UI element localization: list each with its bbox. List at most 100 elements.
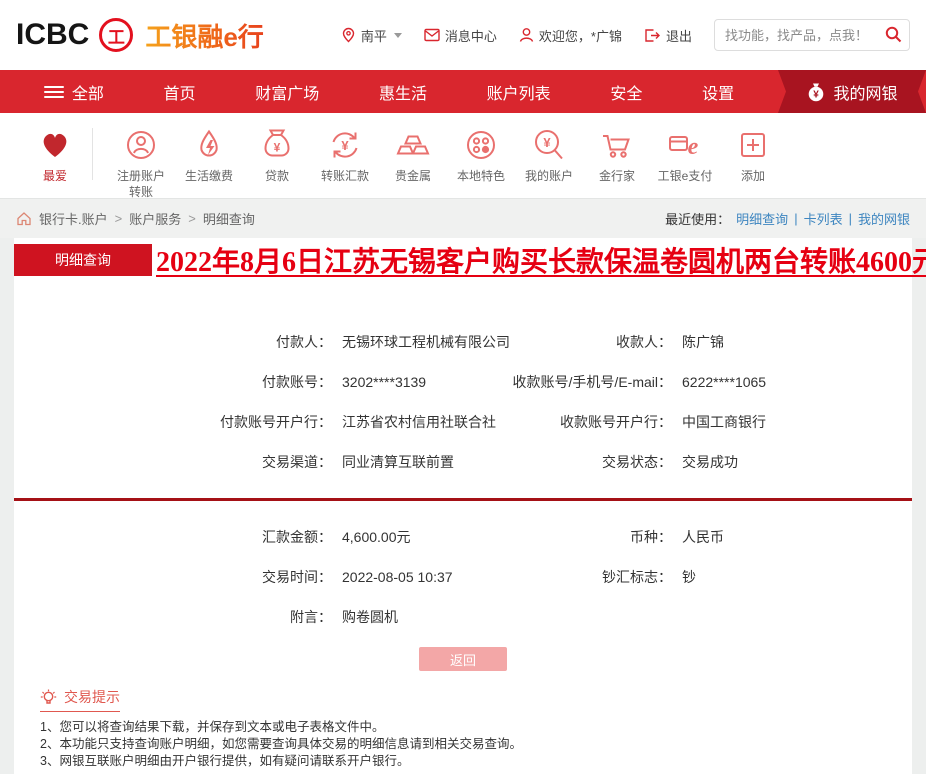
money-pouch-icon: ¥ [264,129,290,157]
svg-text:e: e [688,134,699,160]
quick-item-label: 贷款 [264,169,289,183]
recent-used-label: 最近使用： [665,212,731,227]
chevron-down-icon [393,32,402,38]
nav-item-my-ebank[interactable]: ¥ 我的网银 [778,70,926,113]
logout-button[interactable]: 退出 [644,26,692,45]
field-value-memo: 购卷圆机 [342,609,398,625]
transaction-details-top: 付款人： 无锡环球工程机械有限公司 收款人： 陈广锦 付款账号： 3202***… [14,322,912,482]
field-value-payee-account: 6222****1065 [682,374,767,390]
circle-dots-icon [467,131,495,159]
card-epay-icon: e [669,134,699,160]
nav-item-settings[interactable]: 设置 [702,80,734,104]
cycle-arrows-yuan-icon: ¥ [332,132,358,158]
breadcrumb-separator: > [114,211,123,226]
breadcrumb-part[interactable]: 银行卡.账户 [39,209,108,228]
quick-item-local-features[interactable]: 本地特色 [447,126,515,185]
main-nav: 全部 首页 财富广场 惠生活 账户列表 安全 设置 ¥ 我的网银 [0,70,926,113]
welcome-user[interactable]: 欢迎您，*广锦 [519,26,622,45]
logout-label: 退出 [665,28,692,44]
field-label-payee-account: 收款账号/手机号/E-mail： [512,374,672,390]
nav-label: 账户列表 [486,85,551,103]
field-value-payer: 无锡环球工程机械有限公司 [342,334,510,350]
quick-item-label: 最爱 [42,169,67,183]
quick-item-my-account[interactable]: ¥ 我的账户 [515,126,583,185]
quick-item-add[interactable]: 添加 [719,126,787,185]
field-label-currency: 币种： [630,529,672,545]
tips-title: 交易提示 [64,689,120,705]
nav-item-wealth-plaza[interactable]: 财富广场 [255,80,319,104]
nav-item-security[interactable]: 安全 [610,80,642,104]
brand-name: 工银融e行 [145,17,263,54]
quick-item-favorites[interactable]: 最爱 [26,126,84,185]
transaction-details-bottom: 汇款金额： 4,600.00元 币种： 人民币 交易时间： 2022-08-05… [14,517,912,637]
nav-item-account-list[interactable]: 账户列表 [487,80,551,104]
search-box [714,19,910,51]
shopping-cart-icon [603,135,630,158]
breadcrumb: 银行卡.账户 > 账户服务 > 明细查询 [16,209,255,228]
field-label-payer-bank: 付款账号开户行： [220,414,332,430]
quick-item-label: 生活缴费 [184,169,233,183]
welcome-label: 欢迎您，*广锦 [538,28,622,44]
search-icon[interactable] [885,26,902,43]
tab-detail-query[interactable]: 明细查询 [14,244,152,276]
quick-item-label: 添加 [740,169,765,183]
field-label-payee: 收款人： [616,334,672,350]
quick-item-gold-trader[interactable]: 金行家 [583,126,651,185]
heart-icon [43,133,67,157]
nav-label: 设置 [702,85,735,103]
breadcrumb-part[interactable]: 账户服务 [129,209,181,228]
search-input[interactable] [714,19,910,51]
quick-item-label: 我的账户 [524,169,573,183]
gold-bars-icon [396,135,430,155]
main-content: 明细查询 2022年8月6日江苏无锡客户购买长款保温卷圆机两台转账4600元 付… [14,238,926,774]
location-label: 南平 [360,28,387,44]
message-center-link[interactable]: 消息中心 [424,26,497,45]
svg-text:¥: ¥ [543,135,551,150]
nav-item-all[interactable]: 全部 [43,80,104,104]
recent-link-my-ebank[interactable]: 我的网银 [858,209,910,228]
quick-item-transfer-remit[interactable]: ¥ 转账汇款 [311,126,379,185]
field-value-payer-account: 3202****3139 [342,374,427,390]
logout-icon [645,28,660,42]
nav-label: 安全 [610,85,643,103]
nav-label: 首页 [163,85,196,103]
quick-item-loan[interactable]: ¥ 贷款 [243,126,311,185]
field-label-amount: 汇款金额： [262,529,332,545]
quick-item-label: 金行家 [598,169,635,183]
recent-link-card-list[interactable]: 卡列表 [804,209,843,228]
field-label-payee-bank: 收款账号开户行： [560,414,672,430]
quick-item-icbc-epay[interactable]: e 工银e支付 [651,126,719,185]
nav-item-home[interactable]: 首页 [164,80,196,104]
register-transfer-icon [127,131,155,159]
quick-item-life-payment[interactable]: 生活缴费 [175,126,243,185]
nav-item-hui-life[interactable]: 惠生活 [379,80,427,104]
transaction-tips: 交易提示 1、您可以将查询结果下载，并保存到文本或电子表格文件中。 2、本功能只… [40,687,912,774]
field-label-cash-flag: 钞汇标志： [602,569,672,585]
svg-text:¥: ¥ [814,89,820,100]
pipe-separator: | [848,211,852,226]
breadcrumb-separator: > [188,211,196,226]
quick-item-precious-metals[interactable]: 贵金属 [379,126,447,185]
icbc-logo[interactable]: ICBC 工 工银融e行 [16,17,264,54]
nav-label: 惠生活 [378,85,427,103]
field-value-currency: 人民币 [682,529,724,545]
quick-item-label: 转账汇款 [320,169,369,183]
svg-text:¥: ¥ [274,141,281,155]
top-header: ICBC 工 工银融e行 南平 消息中心 欢迎您，*广锦 退出 [0,0,926,70]
icbc-logo-text: ICBC [16,18,90,51]
promo-headline: 2022年8月6日江苏无锡客户购买长款保温卷圆机两台转账4600元 [156,247,926,278]
breadcrumb-part[interactable]: 明细查询 [203,209,255,228]
quick-item-register-account-transfer[interactable]: 注册账户转账 [107,126,175,200]
field-value-payee: 陈广锦 [682,334,724,350]
lightbulb-icon [40,689,57,704]
field-value-amount: 4,600.00元 [342,529,411,545]
location-selector[interactable]: 南平 [341,26,402,45]
message-center-label: 消息中心 [444,28,497,44]
breadcrumb-bar: 银行卡.账户 > 账户服务 > 明细查询 最近使用： 明细查询 | 卡列表 | … [0,198,926,238]
field-label-memo: 附言： [290,609,332,625]
quick-item-label: 本地特色 [456,169,505,183]
recent-link-detail-query[interactable]: 明细查询 [736,209,788,228]
magnifier-yuan-icon: ¥ [535,130,563,160]
back-button[interactable]: 返回 [419,647,507,671]
envelope-icon [424,28,440,42]
